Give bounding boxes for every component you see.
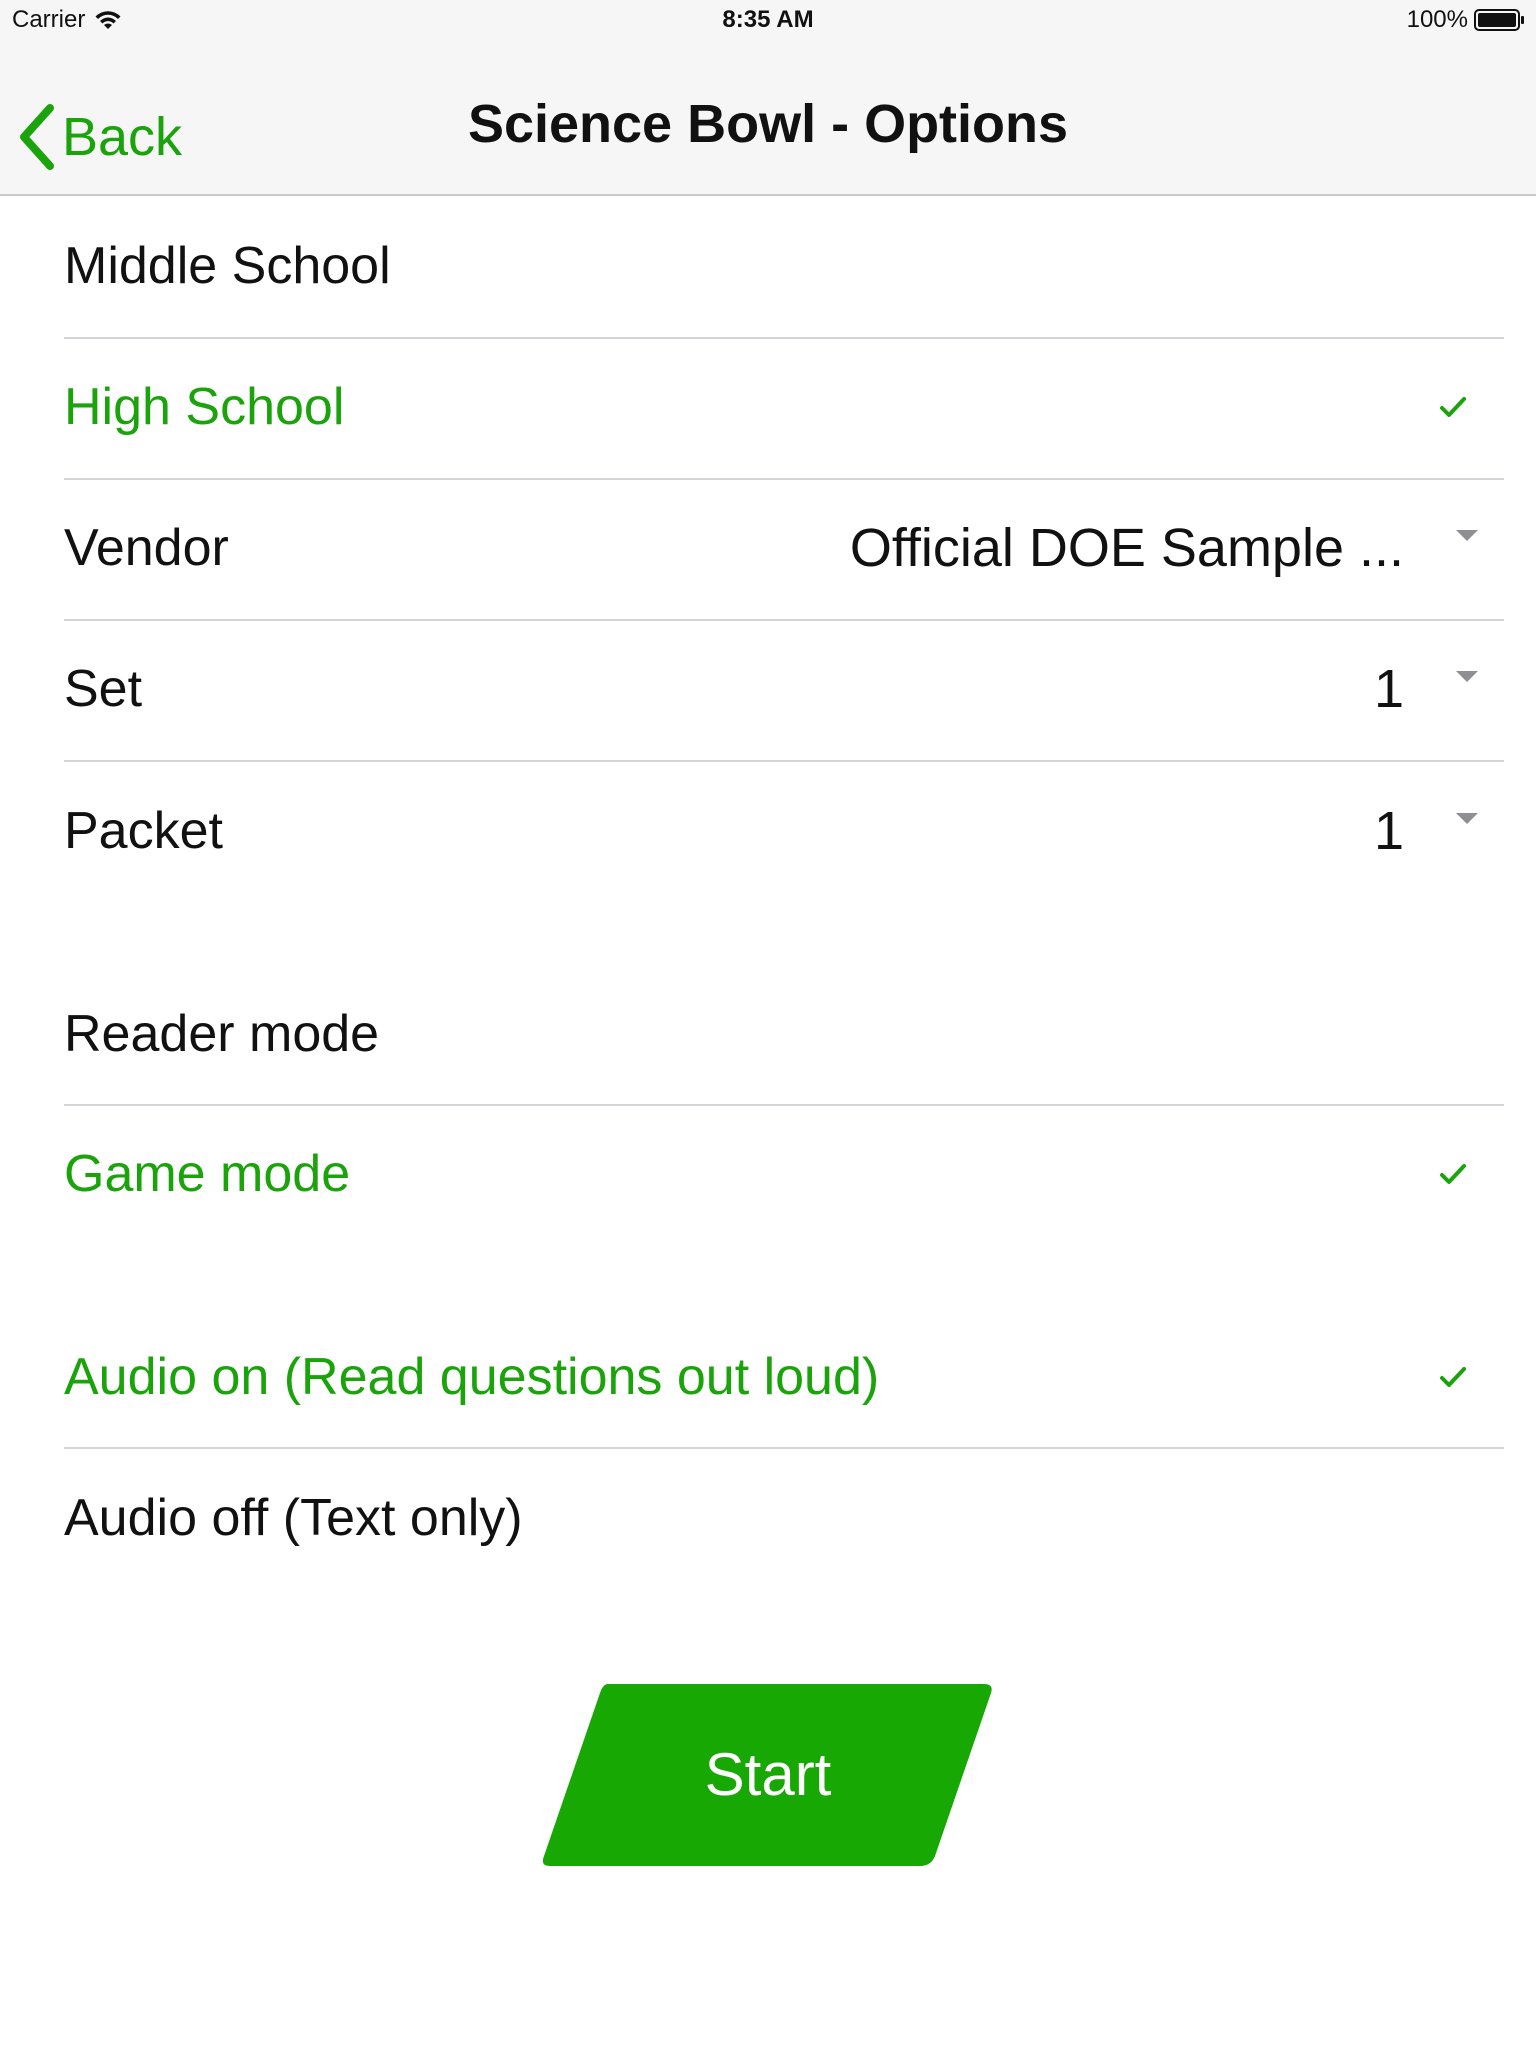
option-label: Audio on (Read questions out loud) bbox=[64, 1348, 880, 1406]
status-bar: Carrier 8:35 AM 100% bbox=[0, 0, 1536, 40]
battery-percent: 100% bbox=[1406, 6, 1468, 33]
battery-full-icon bbox=[1474, 9, 1524, 31]
set-picker-row[interactable]: Set 1 bbox=[0, 619, 1536, 759]
navigation-bar: Back Science Bowl - Options bbox=[0, 40, 1536, 196]
option-label: Game mode bbox=[64, 1145, 351, 1203]
checkmark-icon bbox=[1440, 1164, 1466, 1184]
option-label: High School bbox=[64, 378, 345, 436]
battery-indicator: 100% bbox=[1407, 6, 1526, 34]
vendor-picker-row[interactable]: Vendor Official DOE Sample ... bbox=[0, 478, 1536, 618]
option-audio-on[interactable]: Audio on (Read questions out loud) bbox=[0, 1307, 1536, 1447]
page-title: Science Bowl - Options bbox=[467, 94, 1069, 154]
start-button-label: Start bbox=[704, 1741, 832, 1808]
option-label: Reader mode bbox=[64, 1005, 380, 1063]
option-high-school[interactable]: High School bbox=[0, 337, 1536, 477]
vendor-value: Official DOE Sample ... bbox=[849, 518, 1404, 578]
dropdown-caret-icon bbox=[1456, 813, 1478, 824]
dropdown-caret-icon bbox=[1456, 671, 1478, 682]
packet-label: Packet bbox=[64, 802, 223, 860]
option-label: Middle School bbox=[64, 237, 391, 295]
option-reader-mode[interactable]: Reader mode bbox=[0, 964, 1536, 1104]
checkmark-icon bbox=[1440, 1367, 1466, 1387]
start-button[interactable]: Start bbox=[542, 1684, 994, 1866]
dropdown-caret-icon bbox=[1456, 530, 1478, 541]
option-middle-school[interactable]: Middle School bbox=[0, 196, 1536, 336]
set-value: 1 bbox=[1373, 659, 1404, 719]
status-time: 8:35 AM bbox=[722, 6, 814, 33]
packet-picker-row[interactable]: Packet 1 bbox=[0, 761, 1536, 901]
option-audio-off[interactable]: Audio off (Text only) bbox=[0, 1448, 1536, 1588]
packet-value: 1 bbox=[1373, 801, 1404, 861]
option-label: Audio off (Text only) bbox=[64, 1489, 523, 1547]
set-label: Set bbox=[64, 660, 143, 718]
option-game-mode[interactable]: Game mode bbox=[0, 1104, 1536, 1244]
vendor-label: Vendor bbox=[64, 519, 229, 577]
checkmark-icon bbox=[1440, 397, 1466, 417]
